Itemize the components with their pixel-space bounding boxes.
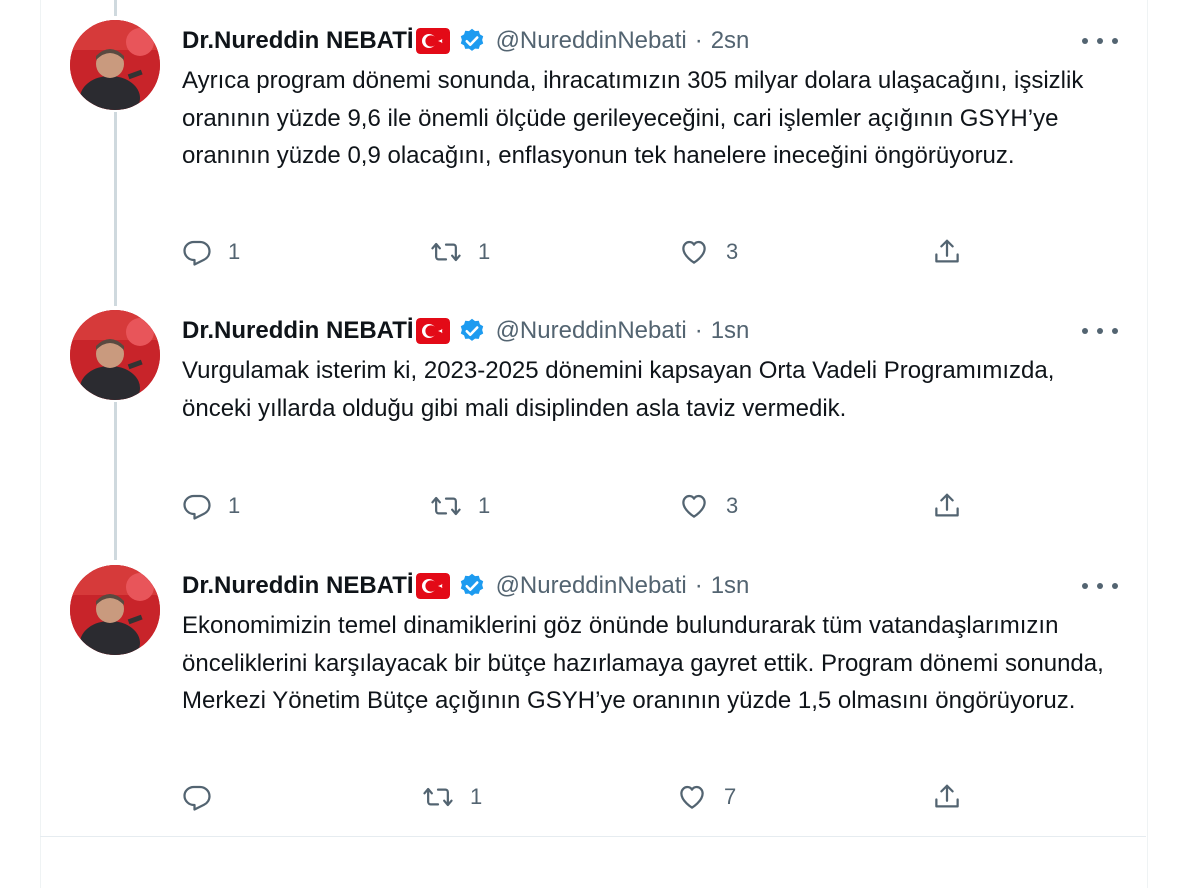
turkey-flag-icon xyxy=(415,573,450,599)
tweet-header: Dr.Nureddin NEBATİ @NureddinNebati · 1sn xyxy=(182,569,749,603)
tweet-header: Dr.Nureddin NEBATİ @NureddinNebati · 1sn xyxy=(182,314,749,348)
reply-icon xyxy=(183,494,211,520)
separator-dot: · xyxy=(694,27,703,54)
tweet-actions: 1 1 3 xyxy=(182,488,982,524)
tweet[interactable]: Dr.Nureddin NEBATİ @NureddinNebati · 1sn… xyxy=(40,290,1146,545)
tweet-actions: 1 7 xyxy=(182,779,982,815)
like-button[interactable]: 7 xyxy=(676,779,736,815)
reply-button[interactable]: 1 xyxy=(182,234,240,270)
tweet[interactable]: Dr.Nureddin NEBATİ @NureddinNebati · 1sn… xyxy=(40,545,1146,835)
retweet-button[interactable]: 1 xyxy=(430,234,490,270)
retweet-button[interactable]: 1 xyxy=(422,779,482,815)
verified-badge-icon xyxy=(458,27,486,55)
retweet-icon xyxy=(431,496,461,516)
turkey-flag-icon xyxy=(415,318,450,344)
retweet-count: 1 xyxy=(478,493,491,518)
verified-badge-icon xyxy=(458,317,486,345)
share-button[interactable] xyxy=(932,779,962,815)
author-name[interactable]: Dr.Nureddin NEBATİ xyxy=(182,317,414,345)
tweet-time[interactable]: 2sn xyxy=(711,27,750,55)
more-icon[interactable] xyxy=(1082,26,1118,56)
reply-count: 1 xyxy=(228,239,241,264)
retweet-button[interactable]: 1 xyxy=(430,488,490,524)
separator-dot: · xyxy=(694,317,703,344)
retweet-icon xyxy=(423,787,453,807)
avatar[interactable] xyxy=(70,310,160,400)
tweet-text: Ayrıca program dönemi sonunda, ihracatım… xyxy=(182,67,1084,169)
share-icon xyxy=(935,784,959,808)
reply-icon xyxy=(183,785,211,811)
share-button[interactable] xyxy=(932,234,962,270)
avatar[interactable] xyxy=(70,565,160,655)
author-handle[interactable]: @NureddinNebati xyxy=(496,572,687,600)
share-button[interactable] xyxy=(932,488,962,524)
heart-icon xyxy=(682,494,706,518)
more-icon[interactable] xyxy=(1082,571,1118,601)
reply-button[interactable]: 1 xyxy=(182,488,240,524)
verified-badge-icon xyxy=(458,572,486,600)
share-icon xyxy=(935,493,959,517)
heart-icon xyxy=(680,785,704,809)
like-count: 3 xyxy=(726,239,739,264)
retweet-count: 1 xyxy=(470,784,483,809)
tweet-actions: 1 1 3 xyxy=(182,234,982,270)
author-handle[interactable]: @NureddinNebati xyxy=(496,27,687,55)
retweet-count: 1 xyxy=(478,239,491,264)
like-count: 7 xyxy=(724,784,737,809)
avatar[interactable] xyxy=(70,20,160,110)
reply-count: 1 xyxy=(228,493,241,518)
tweet-time[interactable]: 1sn xyxy=(711,572,750,600)
heart-icon xyxy=(682,240,706,264)
author-handle[interactable]: @NureddinNebati xyxy=(496,317,687,345)
reply-button[interactable] xyxy=(182,779,228,815)
like-count: 3 xyxy=(726,493,739,518)
share-icon xyxy=(935,239,959,263)
more-icon[interactable] xyxy=(1082,316,1118,346)
divider xyxy=(40,836,1146,837)
author-name[interactable]: Dr.Nureddin NEBATİ xyxy=(182,572,414,600)
like-button[interactable]: 3 xyxy=(678,488,738,524)
like-button[interactable]: 3 xyxy=(678,234,738,270)
turkey-flag-icon xyxy=(415,28,450,54)
tweet-header: Dr.Nureddin NEBATİ @NureddinNebati · 2sn xyxy=(182,24,749,58)
tweet[interactable]: Dr.Nureddin NEBATİ @NureddinNebati · 2sn… xyxy=(40,0,1146,290)
reply-icon xyxy=(183,240,211,266)
tweet-time[interactable]: 1sn xyxy=(711,317,750,345)
separator-dot: · xyxy=(694,572,703,599)
tweet-text: Ekonomimizin temel dinamiklerini göz önü… xyxy=(182,612,1104,714)
retweet-icon xyxy=(431,242,461,262)
tweet-text: Vurgulamak isterim ki, 2023-2025 dönemin… xyxy=(182,357,1055,422)
author-name[interactable]: Dr.Nureddin NEBATİ xyxy=(182,27,414,55)
